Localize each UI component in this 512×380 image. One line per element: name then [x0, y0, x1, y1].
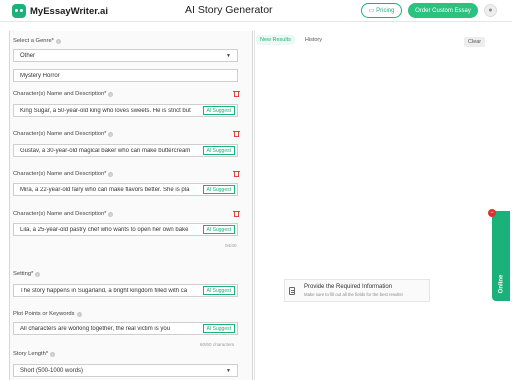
story-form-panel: Select a Genre* i Other ▼ Mystery Horror …	[9, 31, 253, 380]
info-icon[interactable]: i	[108, 131, 114, 137]
ai-suggest-button[interactable]: AI Suggest	[202, 106, 235, 115]
page-title: AI Story Generator	[185, 4, 273, 16]
story-length-label: Story Length* i	[13, 351, 56, 357]
notice-title: Provide the Required Information	[304, 284, 393, 290]
chevron-down-icon: ▼	[226, 367, 231, 374]
info-icon[interactable]: i	[55, 38, 61, 44]
characters-counter: 04/40	[225, 243, 237, 248]
character-label: Character(s) Name and Description* i	[13, 171, 114, 177]
character-value: Gustav, a 30-year-old magical baker who …	[20, 147, 191, 154]
character-value: King Sugar, a 50-year-old king who loves…	[20, 107, 191, 114]
plot-value: All characters are working together, the…	[20, 325, 171, 332]
robot-logo-icon	[12, 4, 26, 18]
tab-history[interactable]: History	[301, 35, 326, 45]
genre-label: Select a Genre* i	[13, 38, 61, 44]
info-icon[interactable]: i	[76, 311, 82, 317]
notice-subtitle: Make sure to fill out all the fields for…	[304, 292, 403, 297]
character-input[interactable]: King Sugar, a 50-year-old king who loves…	[13, 104, 238, 117]
character-label-text: Character(s) Name and Description*	[13, 91, 107, 97]
results-panel: New Results History Clear	[256, 31, 490, 380]
character-value: Mira, a 22-year-old fairy who can make f…	[20, 186, 190, 193]
character-input[interactable]: Gustav, a 30-year-old magical baker who …	[13, 144, 238, 157]
plot-label-text: Plot Points or Keywords	[13, 311, 75, 317]
top-header: MyEssayWriter.ai AI Story Generator ▭ Pr…	[0, 0, 512, 22]
setting-input[interactable]: The story happens in Sugarland, a bright…	[13, 284, 238, 297]
tab-new-results[interactable]: New Results	[256, 35, 295, 45]
order-custom-essay-button[interactable]: Order Custom Essay	[408, 3, 478, 18]
setting-label: Setting* i	[13, 271, 41, 277]
character-label-text: Character(s) Name and Description*	[13, 131, 107, 137]
panel-divider	[254, 31, 255, 380]
delete-character-icon[interactable]	[233, 171, 240, 177]
character-label: Character(s) Name and Description* i	[13, 211, 114, 217]
ai-suggest-button[interactable]: AI Suggest	[202, 225, 235, 234]
pricing-label: Pricing	[376, 7, 395, 14]
ai-suggest-button[interactable]: AI Suggest	[202, 185, 235, 194]
character-input[interactable]: Lila, a 25-year-old pastry chef who want…	[13, 223, 238, 236]
results-tabs: New Results History	[256, 35, 326, 45]
info-icon[interactable]: i	[108, 171, 114, 177]
character-label-text: Character(s) Name and Description*	[13, 211, 107, 217]
info-icon[interactable]: i	[35, 271, 41, 277]
plot-input[interactable]: All characters are working together, the…	[13, 322, 238, 335]
custom-genre-input[interactable]: Mystery Horror	[13, 69, 238, 82]
document-icon	[289, 286, 295, 295]
genre-select[interactable]: Other ▼	[13, 49, 238, 62]
delete-character-icon[interactable]	[233, 211, 240, 217]
character-input[interactable]: Mira, a 22-year-old fairy who can make f…	[13, 183, 238, 196]
character-label-text: Character(s) Name and Description*	[13, 171, 107, 177]
story-length-select[interactable]: Short (500-1000 words) ▼	[13, 364, 238, 377]
brand-logo[interactable]: MyEssayWriter.ai	[12, 4, 108, 18]
logo-text: MyEssayWriter.ai	[30, 5, 108, 17]
chevron-down-icon: ▼	[226, 52, 231, 59]
online-chat-tab[interactable]: Online	[492, 211, 510, 301]
character-label: Character(s) Name and Description* i	[13, 91, 114, 97]
pricing-button[interactable]: ▭ Pricing	[361, 3, 402, 18]
character-value: Lila, a 25-year-old pastry chef who want…	[20, 226, 189, 233]
ai-suggest-button[interactable]: AI Suggest	[202, 324, 235, 333]
genre-label-text: Select a Genre*	[13, 38, 54, 44]
character-label: Character(s) Name and Description* i	[13, 131, 114, 137]
delete-character-icon[interactable]	[233, 131, 240, 137]
ai-suggest-button[interactable]: AI Suggest	[202, 146, 235, 155]
minimize-chat-icon[interactable]: −	[488, 209, 496, 217]
clear-button[interactable]: Clear	[464, 37, 486, 47]
online-label: Online	[498, 274, 505, 294]
custom-genre-value: Mystery Horror	[20, 72, 60, 79]
plot-label: Plot Points or Keywords i	[13, 311, 82, 317]
info-icon[interactable]: i	[108, 211, 114, 217]
plot-counter: 60/60 characters	[200, 342, 235, 347]
delete-character-icon[interactable]	[233, 91, 240, 97]
story-length-label-text: Story Length*	[13, 351, 49, 357]
cart-icon: ▭	[368, 8, 375, 14]
setting-label-text: Setting*	[13, 271, 34, 277]
info-icon[interactable]: i	[50, 351, 56, 357]
info-icon[interactable]: i	[108, 91, 114, 97]
genre-selected-value: Other	[20, 52, 36, 59]
setting-value: The story happens in Sugarland, a bright…	[20, 287, 188, 294]
story-length-value: Short (500-1000 words)	[20, 367, 84, 374]
notice-text: Provide the Required Information Make su…	[304, 284, 403, 297]
ai-suggest-button[interactable]: AI Suggest	[202, 286, 235, 295]
required-info-notice: Provide the Required Information Make su…	[284, 279, 430, 302]
user-avatar-icon[interactable]: ●	[484, 4, 497, 17]
